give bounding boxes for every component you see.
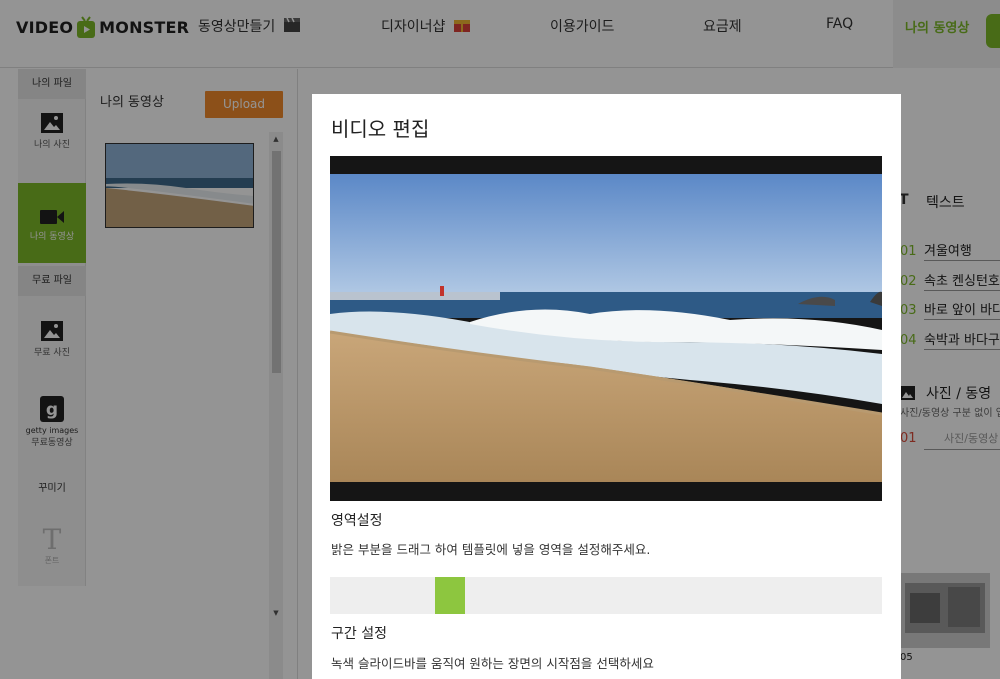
range-setting-title: 구간 설정 [331, 626, 387, 642]
range-setting-description: 녹색 슬라이드바를 움직여 원하는 장면의 시작점을 선택하세요 [331, 656, 654, 671]
video-edit-modal: 비디오 편집 영역설정 밝은 부분을 드래그 하여 템플릿에 넣을 영역을 설정… [312, 94, 901, 679]
area-setting-title: 영역설정 [331, 513, 383, 529]
beach-video-frame-image [330, 174, 882, 482]
modal-title: 비디오 편집 [331, 117, 430, 141]
range-slider-handle[interactable] [435, 577, 465, 614]
video-preview [330, 174, 882, 482]
range-slider-track[interactable] [330, 577, 882, 614]
video-crop-area[interactable] [330, 156, 882, 501]
area-setting-description: 밝은 부분을 드래그 하여 템플릿에 넣을 영역을 설정해주세요. [331, 542, 651, 557]
